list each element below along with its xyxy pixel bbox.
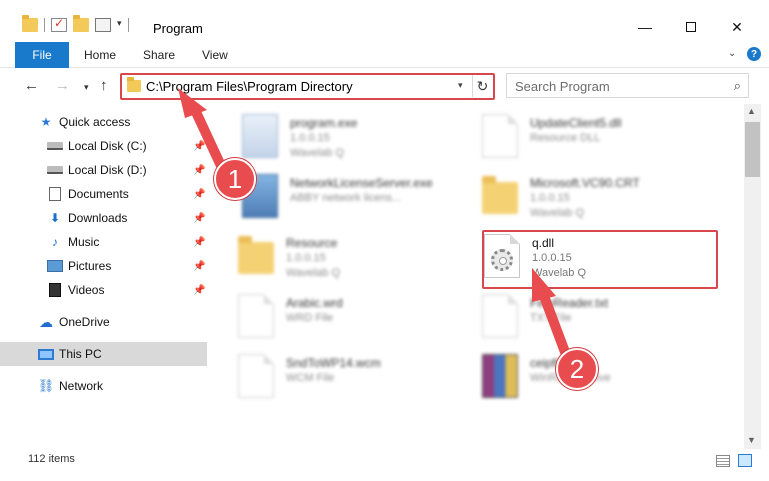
annotation-arrowhead-2 <box>532 268 556 302</box>
annotation-arrows <box>178 88 570 357</box>
annotation-arrow-2 <box>539 291 570 357</box>
annotation-arrow-1 <box>191 107 227 173</box>
annotation-arrowhead-1 <box>178 88 207 118</box>
step-1-badge: 1 <box>214 158 256 200</box>
step-2-badge: 2 <box>556 348 598 390</box>
